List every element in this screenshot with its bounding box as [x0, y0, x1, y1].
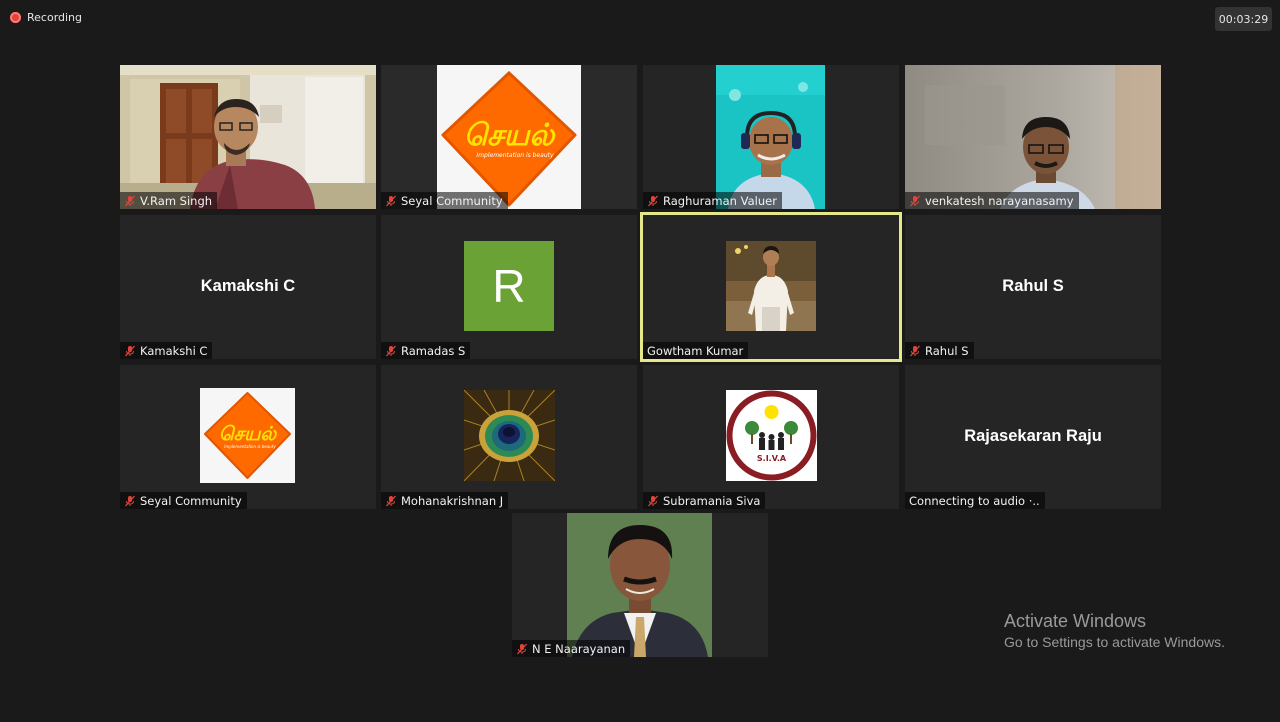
participant-name: Rahul S: [925, 343, 969, 358]
recording-indicator[interactable]: Recording: [10, 11, 82, 24]
participant-name-tag: V.Ram Singh: [120, 192, 218, 209]
participant-name-tag: Raghuraman Valuer: [643, 192, 782, 209]
participant-video: [120, 65, 376, 209]
participant-name: V.Ram Singh: [140, 193, 213, 208]
participant-status: Connecting to audio ·..: [909, 493, 1040, 508]
participant-tile-venkatesh-narayanasamy[interactable]: venkatesh narayanasamy: [905, 65, 1161, 209]
participant-video: [512, 513, 768, 657]
mic-muted-icon: [125, 195, 135, 206]
participant-name: Raghuraman Valuer: [663, 193, 777, 208]
peacock-feather-image: [464, 390, 555, 481]
mic-muted-icon: [648, 495, 658, 506]
participant-name: Subramania Siva: [663, 493, 761, 508]
participant-video: [905, 65, 1161, 209]
avatar: R: [464, 241, 554, 331]
participant-name-tag: Mohanakrishnan J: [381, 492, 509, 509]
participant-display-name: Kamakshi C: [200, 277, 296, 295]
participant-tile-seyal-community-2[interactable]: செயல் Implementation is beauty Seyal Com…: [120, 365, 376, 509]
participant-tile-ramadas-s[interactable]: R Ramadas S: [381, 215, 637, 359]
participant-name-tag: Connecting to audio ·..: [905, 492, 1045, 509]
participant-tile-v-ram-singh[interactable]: V.Ram Singh: [120, 65, 376, 209]
participant-name-tag: venkatesh narayanasamy: [905, 192, 1079, 209]
seyal-logo-image: செயல் Implementation is beauty: [441, 71, 577, 207]
participant-tile-raghuraman-valuer[interactable]: Raghuraman Valuer: [643, 65, 899, 209]
mic-muted-icon: [386, 495, 396, 506]
seyal-logo-tagline: Implementation is beauty: [224, 444, 276, 449]
siva-logo-image: S.I.V.A: [726, 390, 817, 481]
watermark-title: Activate Windows: [1004, 611, 1147, 631]
participant-tile-n-e-naarayanan[interactable]: N E Naarayanan: [512, 513, 768, 657]
mic-muted-icon: [386, 345, 396, 356]
meeting-timer: 00:03:29: [1215, 7, 1272, 31]
mic-muted-icon: [386, 195, 396, 206]
recording-label: Recording: [27, 11, 83, 24]
mic-muted-icon: [125, 345, 135, 356]
recording-dot-icon: [10, 12, 21, 23]
participant-tile-rahul-s[interactable]: Rahul S Rahul S: [905, 215, 1161, 359]
participant-video: [643, 65, 899, 209]
seyal-logo-image: செயல் Implementation is beauty: [200, 388, 295, 483]
participant-display-name: Rajasekaran Raju: [964, 427, 1102, 445]
participant-tile-seyal-community[interactable]: செயல் Implementation is beauty Seyal Com…: [381, 65, 637, 209]
participant-name-tag: Ramadas S: [381, 342, 471, 359]
mic-muted-icon: [910, 345, 920, 356]
participant-tile-rajasekaran-raju[interactable]: Rajasekaran Raju Connecting to audio ·..: [905, 365, 1161, 509]
watermark-subtitle: Go to Settings to activate Windows.: [1004, 634, 1225, 650]
participant-name: Gowtham Kumar: [647, 343, 744, 358]
participant-name: Ramadas S: [401, 343, 466, 358]
participant-name: Mohanakrishnan J: [401, 493, 504, 508]
seyal-logo-text: செயல்: [464, 118, 557, 153]
seyal-logo-text: செயல்: [219, 423, 278, 445]
siva-logo-text: S.I.V.A: [757, 454, 787, 463]
participant-tile-gowtham-kumar[interactable]: Gowtham Kumar: [643, 215, 899, 359]
participant-name-tag: Subramania Siva: [643, 492, 766, 509]
mic-muted-icon: [517, 643, 527, 654]
participant-display-name: Rahul S: [1002, 277, 1064, 295]
participant-name-tag: Gowtham Kumar: [643, 342, 749, 359]
participant-tile-kamakshi-c[interactable]: Kamakshi C Kamakshi C: [120, 215, 376, 359]
participant-name-tag: N E Naarayanan: [512, 640, 631, 657]
participant-tile-subramania-siva[interactable]: S.I.V.A Subramania Siva: [643, 365, 899, 509]
participant-photo: [726, 241, 816, 331]
mic-muted-icon: [648, 195, 658, 206]
participant-name: venkatesh narayanasamy: [925, 193, 1074, 208]
participant-name: Seyal Community: [401, 193, 503, 208]
windows-activation-watermark: Activate Windows Go to Settings to activ…: [1004, 611, 1225, 650]
participant-name-tag: Rahul S: [905, 342, 974, 359]
participant-name: Kamakshi C: [140, 343, 208, 358]
participant-name-tag: Seyal Community: [120, 492, 247, 509]
participant-name-tag: Kamakshi C: [120, 342, 213, 359]
participant-name-tag: Seyal Community: [381, 192, 508, 209]
participant-tile-mohanakrishnan-j[interactable]: Mohanakrishnan J: [381, 365, 637, 509]
mic-muted-icon: [910, 195, 920, 206]
participant-name: Seyal Community: [140, 493, 242, 508]
seyal-logo-tagline: Implementation is beauty: [476, 152, 554, 159]
participant-name: N E Naarayanan: [532, 641, 626, 656]
mic-muted-icon: [125, 495, 135, 506]
seyal-logo-frame: செயல் Implementation is beauty: [437, 65, 581, 209]
